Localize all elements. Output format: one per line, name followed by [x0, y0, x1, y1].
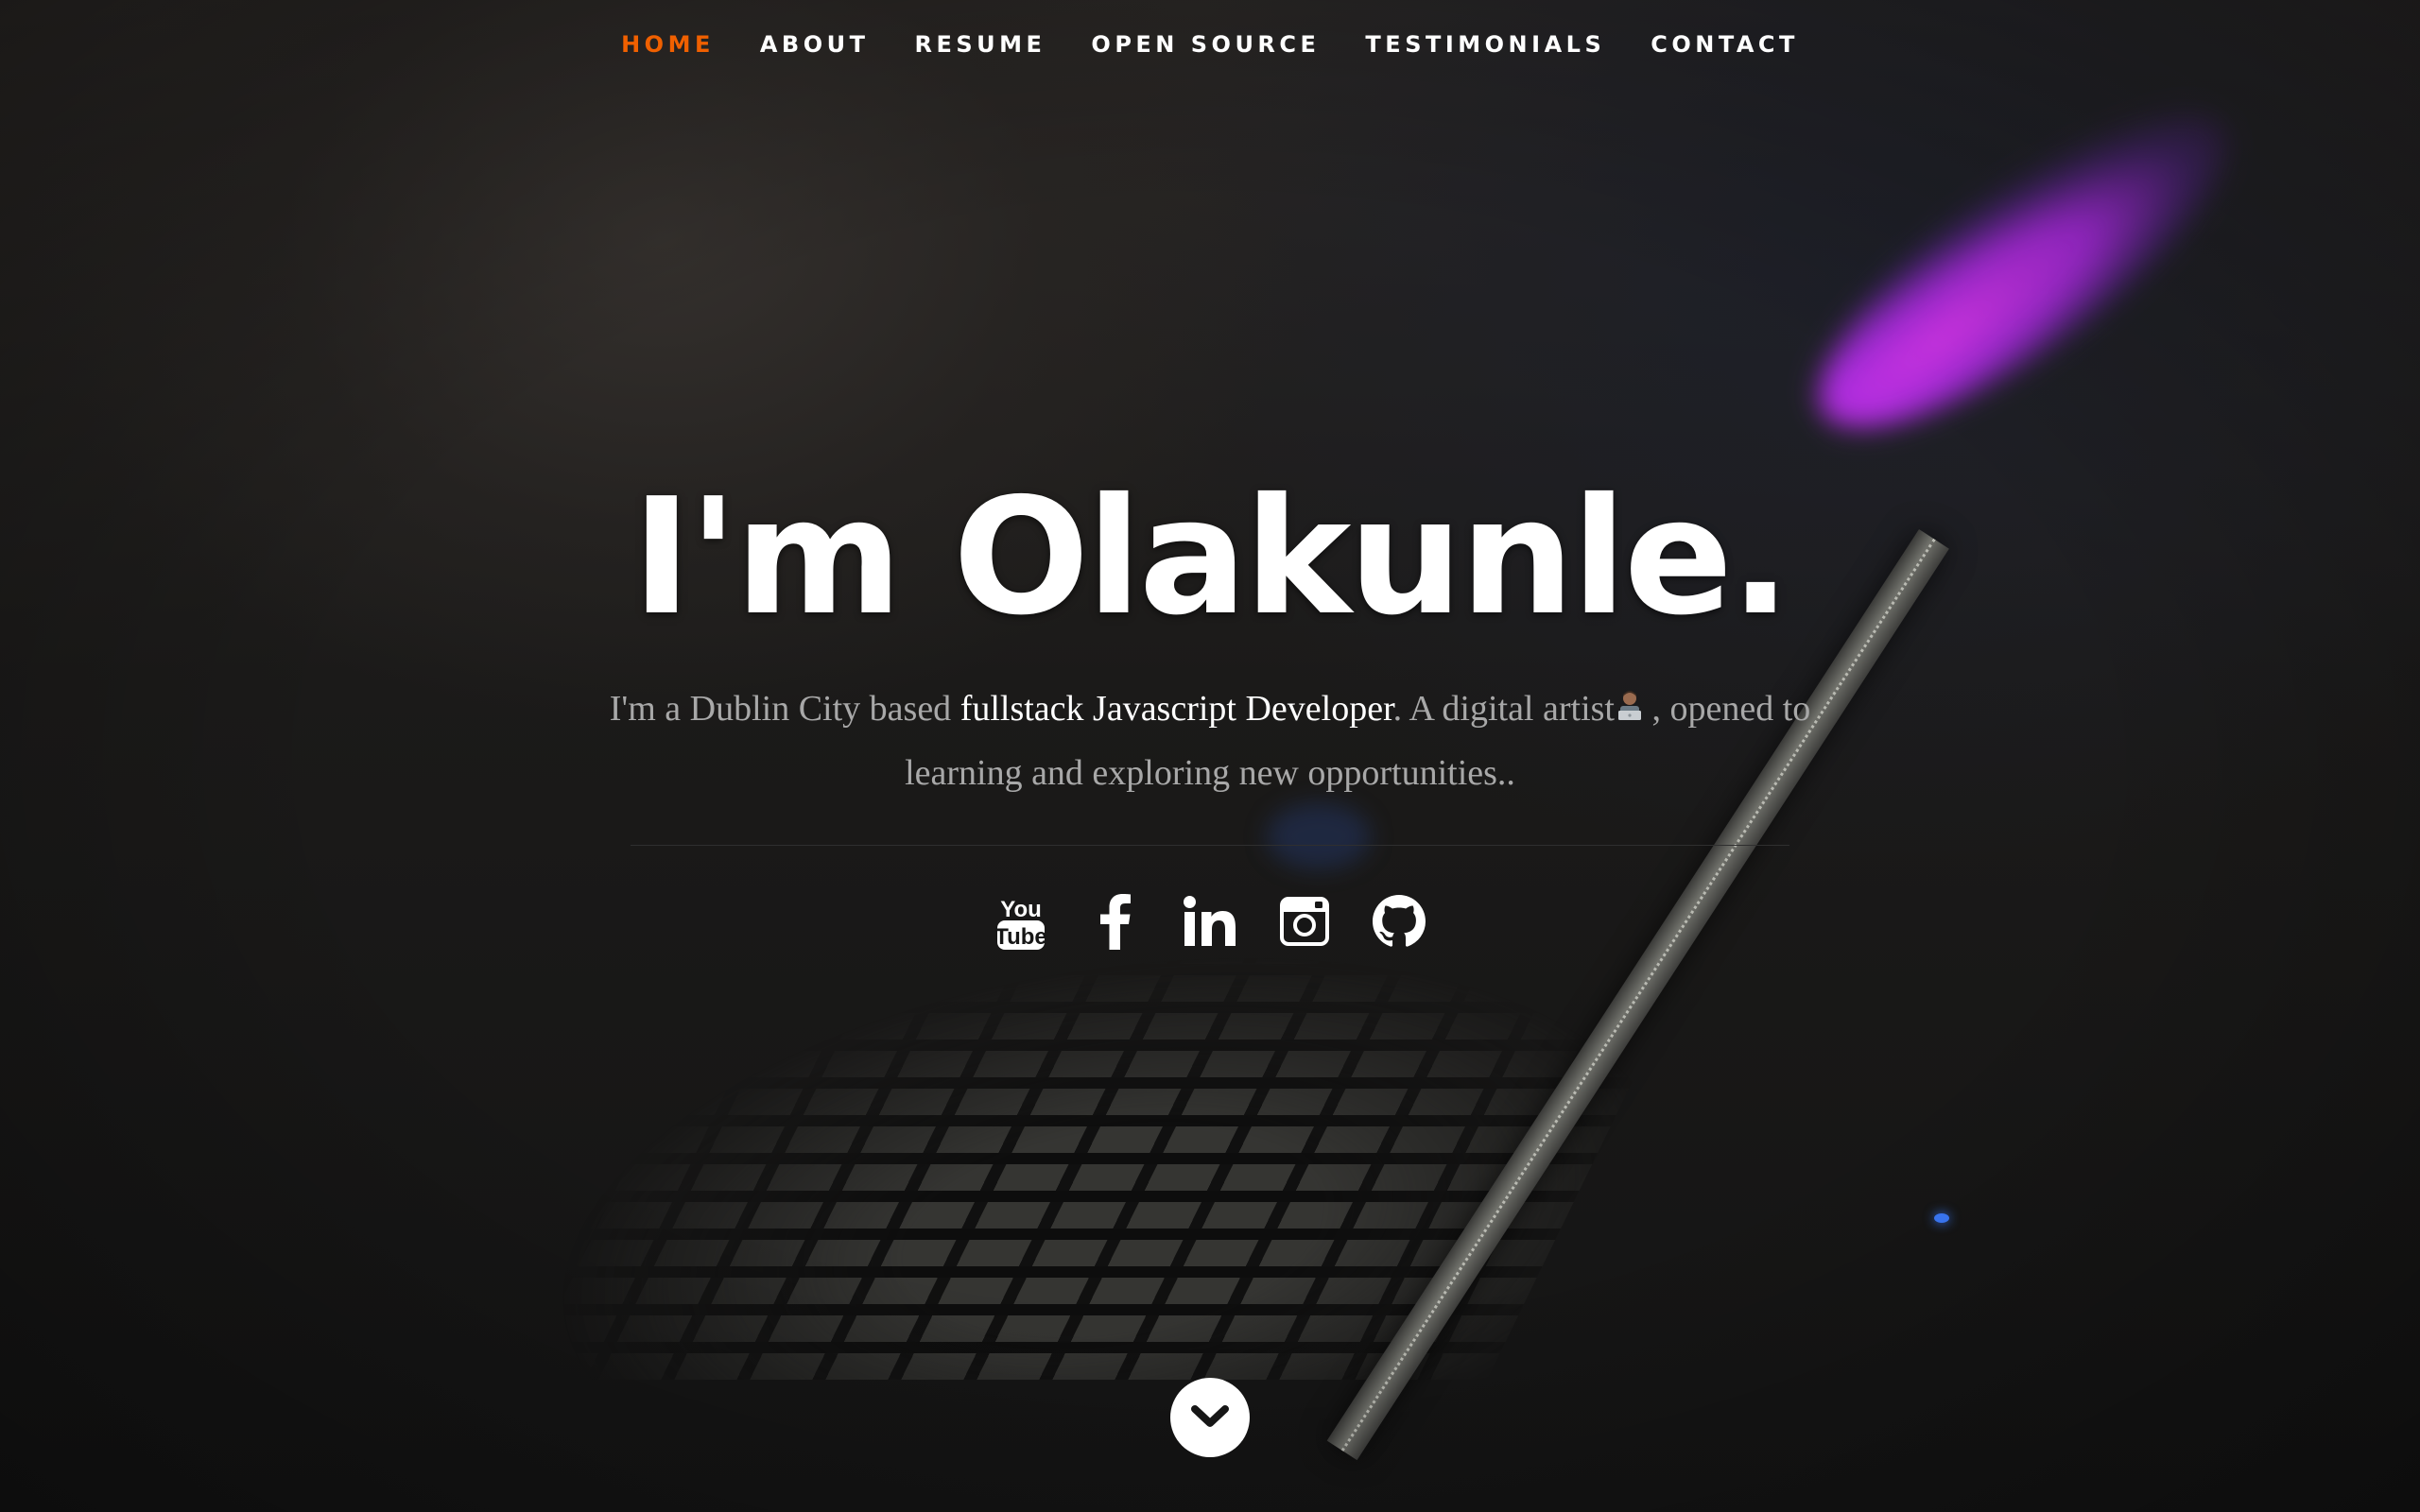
facebook-link[interactable]	[1083, 889, 1148, 954]
technologist-emoji-icon	[1617, 691, 1641, 720]
github-icon	[1373, 895, 1426, 947]
hero-headline: I'm Olakunle.	[631, 464, 1790, 651]
svg-text:You: You	[1000, 897, 1042, 922]
nav-contact[interactable]: CONTACT	[1651, 31, 1799, 58]
nav-open-source[interactable]: OPEN SOURCE	[1091, 31, 1320, 58]
banner-divider	[631, 845, 1789, 846]
main-nav: HOME ABOUT RESUME OPEN SOURCE TESTIMONIA…	[0, 0, 2420, 89]
intro-middle: . A digital artist	[1392, 689, 1615, 729]
hero-intro: I'm a Dublin City based fullstack Javasc…	[567, 677, 1853, 805]
intro-highlight: fullstack Javascript Developer	[959, 689, 1393, 729]
nav-about[interactable]: ABOUT	[760, 31, 870, 58]
youtube-link[interactable]: You Tube	[989, 889, 1053, 954]
instagram-icon	[1280, 897, 1329, 946]
github-link[interactable]	[1367, 889, 1431, 954]
nav-home[interactable]: HOME	[621, 31, 715, 58]
facebook-icon	[1100, 894, 1131, 950]
hero-banner: I'm Olakunle. I'm a Dublin City based fu…	[0, 463, 2420, 954]
chevron-down-icon	[1191, 1405, 1229, 1427]
instagram-link[interactable]	[1272, 889, 1337, 954]
social-links: You Tube	[0, 889, 2420, 954]
svg-text:Tube: Tube	[994, 924, 1047, 950]
youtube-icon: You Tube	[994, 897, 1047, 950]
nav-resume[interactable]: RESUME	[914, 31, 1046, 58]
intro-prefix: I'm a Dublin City based	[609, 689, 960, 729]
scroll-down-button[interactable]	[1170, 1378, 1250, 1457]
nav-testimonials[interactable]: TESTIMONIALS	[1365, 31, 1605, 58]
linkedin-link[interactable]	[1178, 889, 1242, 954]
linkedin-icon	[1184, 896, 1236, 946]
